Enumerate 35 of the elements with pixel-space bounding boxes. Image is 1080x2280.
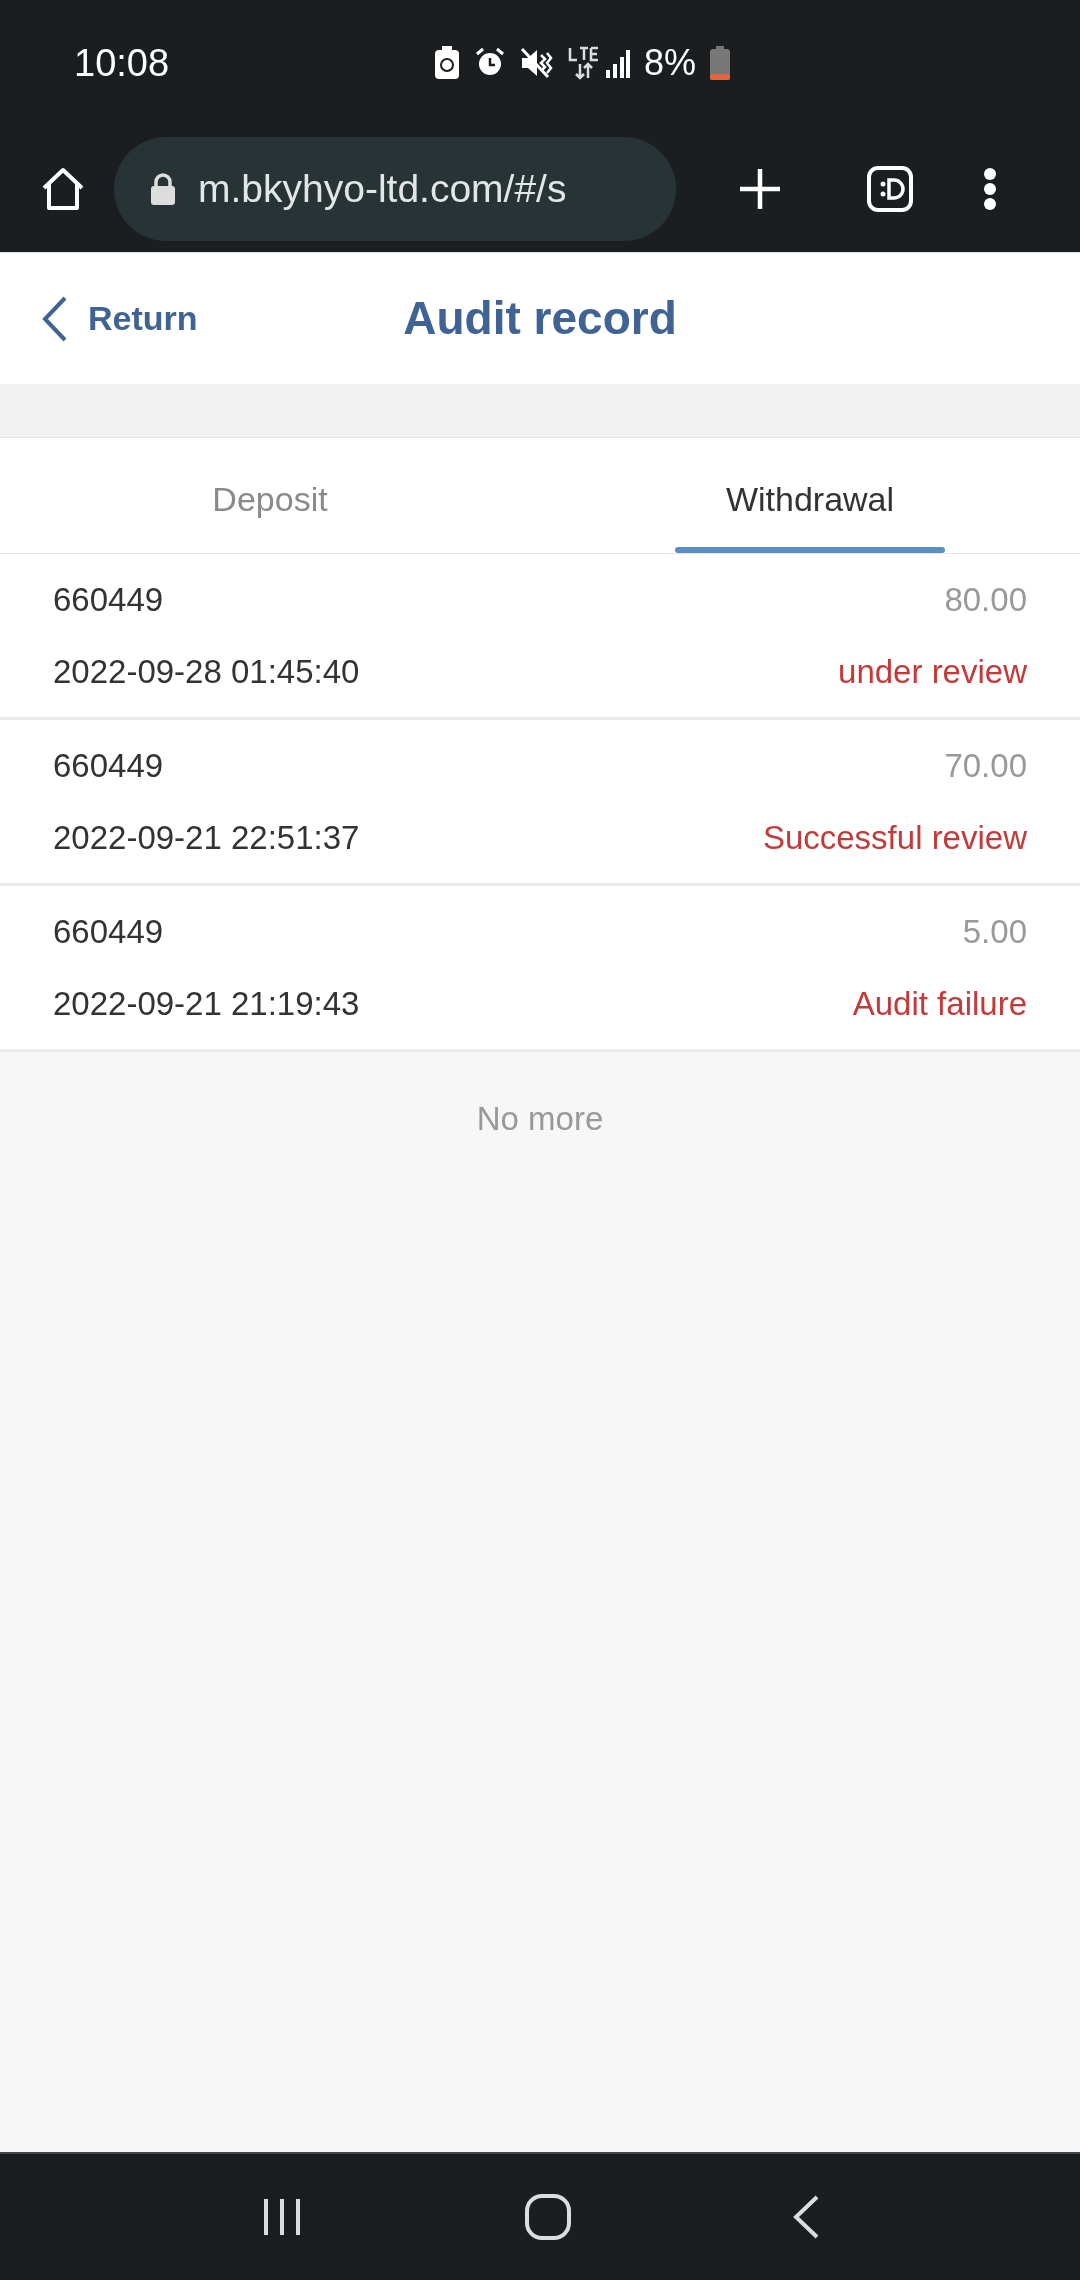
lte-signal-icon (568, 46, 630, 80)
record-status: Audit failure (852, 983, 1027, 1024)
no-more-text: No more (476, 1099, 604, 1139)
return-button[interactable]: Return (42, 293, 198, 344)
tab-switcher-icon[interactable] (866, 165, 914, 213)
back-icon[interactable] (792, 2194, 820, 2240)
record-time: 2022-09-21 21:19:43 (53, 983, 360, 1024)
record-status: under review (838, 651, 1027, 692)
record-row[interactable]: 660449 2022-09-28 01:45:40 80.00 under review (0, 554, 1080, 720)
more-menu-icon[interactable] (982, 167, 998, 211)
tab[interactable]: Withdrawal (540, 438, 1080, 553)
record-id: 660449 (53, 746, 165, 786)
record-amount: 5.00 (962, 912, 1027, 952)
new-tab-icon[interactable] (738, 167, 782, 211)
home-button-icon[interactable] (524, 2193, 572, 2241)
record-id: 660449 (53, 912, 165, 952)
record-id: 660449 (53, 580, 165, 620)
back-chevron-icon (42, 294, 68, 343)
address-bar[interactable]: m.bkyhyo-ltd.com/#/s (114, 137, 676, 241)
record-time: 2022-09-28 01:45:40 (53, 651, 360, 692)
record-row[interactable]: 660449 2022-09-21 21:19:43 5.00 Audit failure (0, 886, 1080, 1052)
battery-saver-icon (434, 46, 460, 80)
url-text: m.bkyhyo-ltd.com/#/s (198, 165, 567, 212)
record-amount: 70.00 (944, 746, 1027, 786)
record-row[interactable]: 660449 2022-09-21 22:51:37 70.00 Successful review (0, 720, 1080, 886)
battery-percent: 8% (644, 41, 697, 85)
status-time: 10:08 (74, 40, 171, 86)
record-time: 2022-09-21 22:51:37 (53, 817, 360, 858)
lock-icon (150, 173, 176, 205)
home-icon[interactable] (40, 166, 86, 212)
mute-icon (520, 47, 554, 79)
record-status: Successful review (762, 817, 1027, 858)
battery-icon (710, 46, 731, 80)
page-title: Audit record (403, 291, 677, 346)
record-amount: 80.00 (944, 580, 1027, 620)
